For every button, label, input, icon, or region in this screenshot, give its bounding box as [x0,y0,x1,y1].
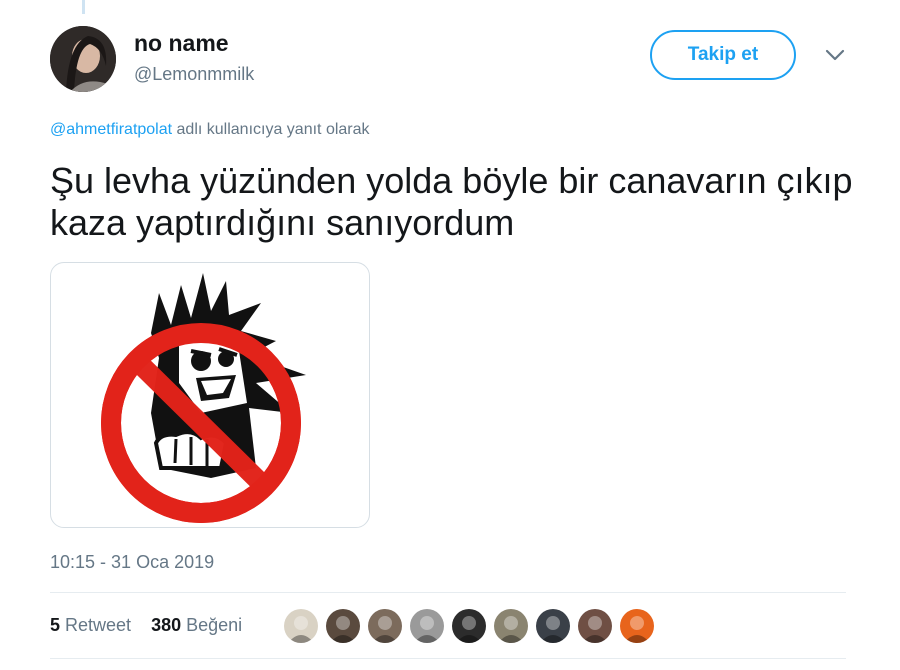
avatar-dark-icon[interactable] [452,609,486,643]
no-monster-sign-icon [101,273,306,523]
retweet-count-link[interactable]: 5 Retweet [50,615,131,635]
like-count-link[interactable]: 380 Beğeni [151,615,242,635]
tweet-media-image[interactable] [50,262,370,528]
thread-connector-line [82,0,85,14]
reply-mention-link[interactable]: @ahmetfiratpolat [50,121,172,138]
divider [50,592,846,593]
avatar-man-beard-icon[interactable] [368,609,402,643]
tweet-timestamp[interactable]: 10:15 - 31 Oca 2019 [50,552,214,573]
reply-context: @ahmetfiratpolat adlı kullanıcıya yanıt … [50,121,370,139]
avatar-group-icon[interactable] [536,609,570,643]
author-display-name[interactable]: no name [134,30,229,57]
tweet-text: Şu levha yüzünden yolda böyle bir canava… [50,160,853,243]
retweet-label: Retweet [60,615,132,635]
like-count: 380 [151,615,182,635]
tweet-stats: 5 Retweet 380 Beğeni [50,615,242,636]
author-handle[interactable]: @Lemonmmilk [134,64,254,85]
avatar-woman-icon[interactable] [578,609,612,643]
avatar-flowers-icon[interactable] [284,609,318,643]
avatar-bw-icon[interactable] [410,609,444,643]
avatar-sunset-icon[interactable] [620,609,654,643]
retweet-count: 5 [50,615,61,635]
profile-photo-icon [50,26,116,92]
author-avatar[interactable] [50,26,116,92]
follow-button[interactable]: Takip et [650,30,796,80]
liker-avatars [284,609,662,645]
chevron-down-icon[interactable] [824,48,846,62]
like-label: Beğeni [181,615,243,635]
avatar-building-icon[interactable] [494,609,528,643]
reply-context-text: adlı kullanıcıya yanıt olarak [172,121,370,138]
avatar-man-icon[interactable] [326,609,360,643]
divider [50,658,846,659]
